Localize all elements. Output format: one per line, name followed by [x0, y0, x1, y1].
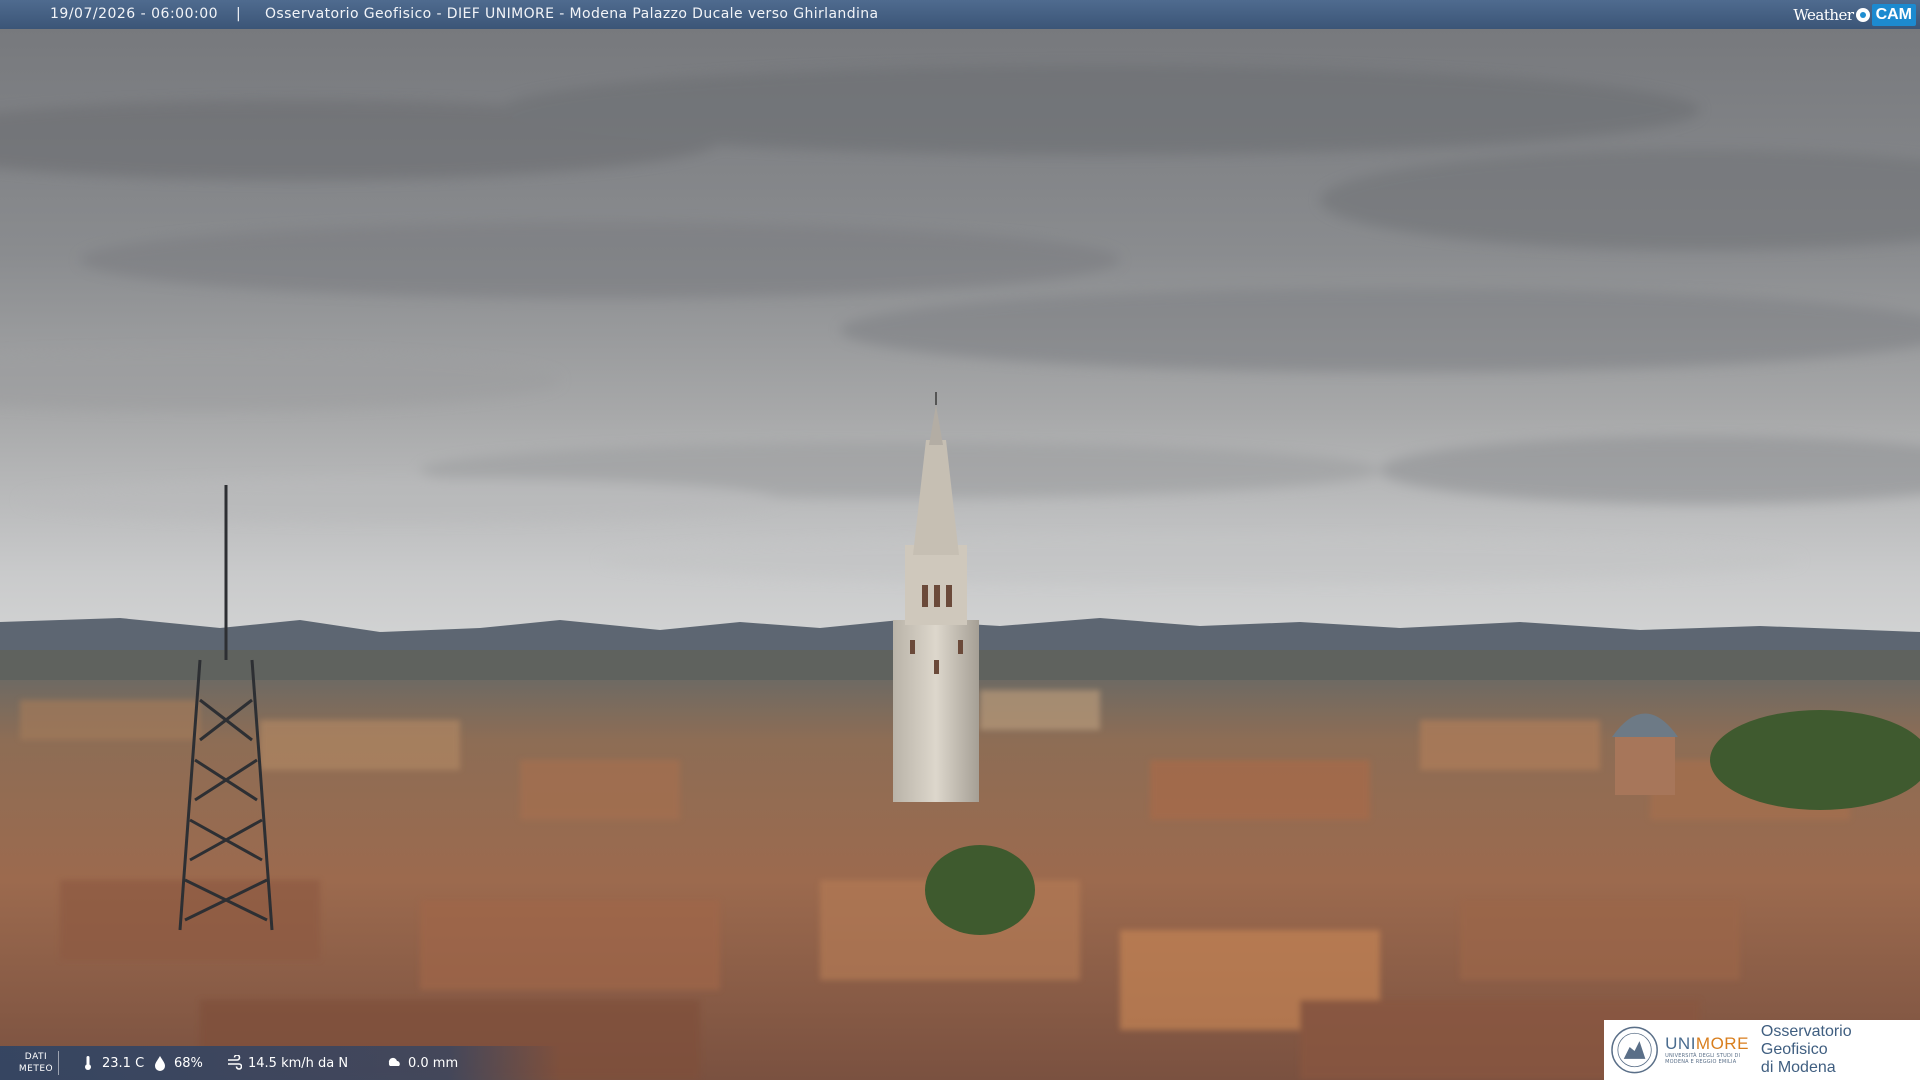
humidity-reading: 68% — [152, 1055, 203, 1071]
weather-data-bar: DATI METEO 23.1 C 68% 14.5 km/h da N 0.0… — [0, 1046, 560, 1080]
observatory-name-line2: di Modena — [1760, 1059, 1836, 1076]
unimore-logo: UNIMORE UNIVERSITÀ DEGLI STUDI DI MODENA… — [1604, 1020, 1920, 1080]
humidity-value: 68% — [174, 1055, 203, 1071]
university-name-part1: UNI — [1665, 1034, 1696, 1053]
droplet-icon — [155, 1056, 165, 1071]
wind-reading: 14.5 km/h da N — [226, 1055, 348, 1071]
university-name-part2: MORE — [1695, 1034, 1749, 1053]
temperature-reading: 23.1 C — [80, 1055, 144, 1071]
university-name-block: UNIMORE UNIVERSITÀ DEGLI STUDI DI MODENA… — [1665, 1035, 1749, 1066]
camera-title: Osservatorio Geofisico - DIEF UNIMORE - … — [265, 6, 879, 22]
wind-value: 14.5 km/h da N — [248, 1055, 349, 1071]
church-dome — [1612, 713, 1678, 795]
weathercam-logo-weather: Weather — [1793, 5, 1854, 24]
university-subtitle-line2: MODENA E REGGIO EMILIA — [1665, 1059, 1737, 1065]
weather-data-label: DATI METEO — [14, 1051, 59, 1075]
info-bar: 19/07/2026 - 06:00:00 | Osservatorio Geo… — [0, 0, 1920, 29]
weathercam-logo: Weather CAM — [1793, 2, 1916, 27]
wind-icon — [228, 1055, 242, 1070]
webcam-scene — [0, 29, 1920, 1080]
observatory-name-line1: Osservatorio Geofisico — [1760, 1023, 1852, 1058]
rain-reading: 0.0 mm — [386, 1055, 458, 1071]
weather-data-label-line1: DATI — [24, 1052, 48, 1062]
header-separator: | — [236, 6, 241, 22]
weathercam-logo-cam: CAM — [1871, 3, 1916, 26]
rain-value: 0.0 mm — [408, 1055, 459, 1071]
tree-cluster — [1710, 710, 1920, 810]
observatory-name: Osservatorio Geofisico di Modena — [1761, 1023, 1920, 1077]
temperature-value: 23.1 C — [102, 1055, 145, 1071]
tree-cluster — [925, 845, 1035, 935]
weathercam-dot-icon — [1855, 7, 1870, 22]
university-name: UNIMORE — [1665, 1035, 1749, 1053]
rain-icon — [388, 1057, 400, 1066]
timestamp: 19/07/2026 - 06:00:00 — [50, 6, 219, 22]
weather-data-label-line2: METEO — [18, 1064, 54, 1074]
thermometer-icon — [85, 1056, 91, 1070]
university-seal-icon — [1611, 1026, 1658, 1074]
